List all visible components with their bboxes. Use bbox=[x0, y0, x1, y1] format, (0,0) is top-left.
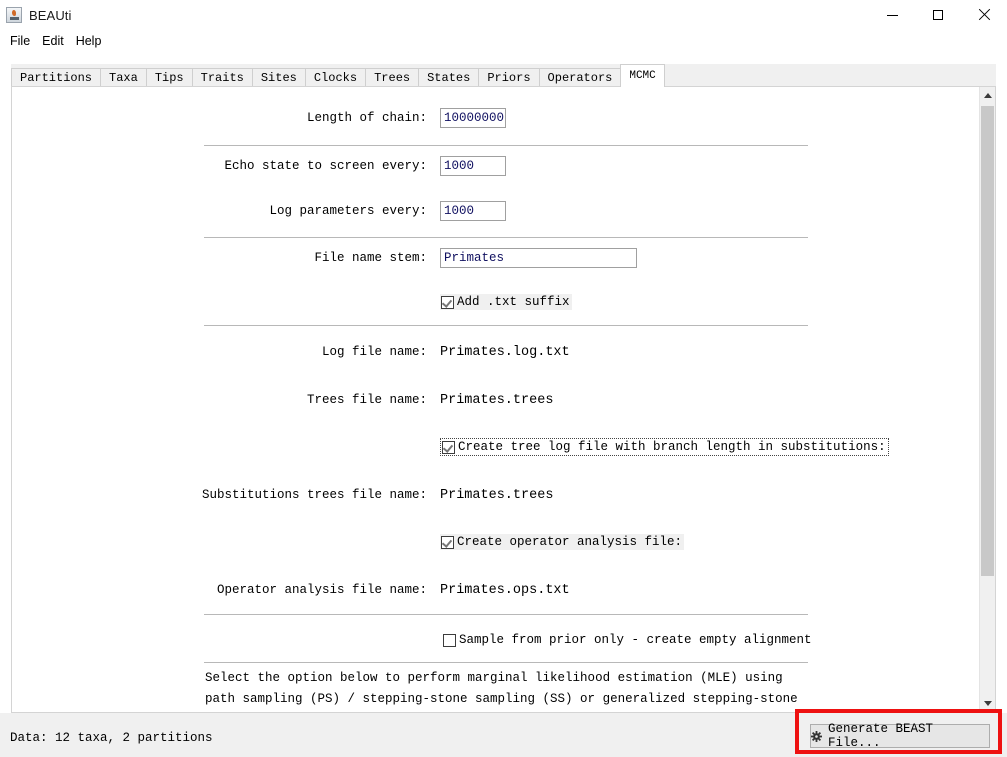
file-name-stem-input[interactable]: Primates bbox=[440, 248, 637, 268]
length-of-chain-input[interactable]: 10000000 bbox=[440, 108, 506, 128]
row-length-of-chain: Length of chain: 10000000 bbox=[12, 106, 980, 130]
mcmc-form: Length of chain: 10000000 Echo state to … bbox=[12, 87, 980, 712]
generate-beast-file-label: Generate BEAST File... bbox=[828, 722, 934, 750]
tab-states[interactable]: States bbox=[418, 68, 480, 87]
create-operator-analysis-label: Create operator analysis file: bbox=[457, 535, 683, 549]
close-icon bbox=[978, 9, 990, 21]
tab-trees[interactable]: Trees bbox=[365, 68, 420, 87]
tab-clocks[interactable]: Clocks bbox=[304, 68, 367, 87]
window-titlebar: BEAUti bbox=[0, 0, 1007, 30]
tab-tips[interactable]: Tips bbox=[145, 68, 193, 87]
maximize-icon bbox=[933, 10, 943, 20]
window-controls bbox=[869, 0, 1007, 30]
mle-description-text: Select the option below to perform margi… bbox=[205, 671, 798, 706]
data-summary-text: Data: 12 taxa, 2 partitions bbox=[10, 731, 213, 745]
separator-5 bbox=[204, 662, 808, 663]
scroll-down-button[interactable] bbox=[980, 695, 995, 712]
label-echo-state: Echo state to screen every: bbox=[224, 159, 427, 173]
trees-file-name-value: Primates.trees bbox=[440, 392, 554, 408]
window-title: BEAUti bbox=[29, 7, 72, 23]
label-log-parameters: Log parameters every: bbox=[269, 204, 427, 218]
add-txt-suffix-label: Add .txt suffix bbox=[457, 295, 570, 309]
log-parameters-input[interactable]: 1000 bbox=[440, 201, 506, 221]
checkbox-box-create-operator-analysis bbox=[441, 535, 454, 549]
label-operator-analysis-file-name: Operator analysis file name: bbox=[216, 583, 427, 597]
tab-priors[interactable]: Priors bbox=[478, 68, 540, 87]
tab-partitions[interactable]: Partitions bbox=[11, 68, 102, 87]
java-coffee-cup-icon bbox=[6, 7, 22, 23]
separator-2 bbox=[204, 237, 808, 238]
menu-help[interactable]: Help bbox=[70, 33, 108, 49]
operator-analysis-file-name-value: Primates.ops.txt bbox=[440, 582, 570, 598]
tab-traits[interactable]: Traits bbox=[191, 68, 253, 87]
substitutions-trees-file-name-value: Primates.trees bbox=[440, 487, 554, 503]
tab-operators[interactable]: Operators bbox=[538, 68, 622, 87]
label-substitutions-trees-file-name: Substitutions trees file name: bbox=[201, 488, 427, 502]
gear-icon bbox=[811, 730, 822, 742]
separator-3 bbox=[204, 325, 808, 326]
checkbox-box-create-tree-log-substitutions bbox=[442, 440, 455, 454]
checkbox-box-add-txt-suffix bbox=[441, 295, 454, 309]
tab-mcmc[interactable]: MCMC bbox=[620, 64, 665, 87]
chevron-down-icon bbox=[983, 701, 992, 706]
add-txt-suffix-checkbox[interactable]: Add .txt suffix bbox=[440, 292, 572, 312]
row-log-file-name: Log file name: Primates.log.txt bbox=[12, 340, 980, 364]
mcmc-settings-panel: Length of chain: 10000000 Echo state to … bbox=[11, 86, 996, 713]
row-trees-file-name: Trees file name: Primates.trees bbox=[12, 388, 980, 412]
label-length-of-chain: Length of chain: bbox=[306, 111, 427, 125]
minimize-button[interactable] bbox=[869, 0, 915, 30]
tab-strip: Partitions Taxa Tips Traits Sites Clocks… bbox=[11, 64, 996, 87]
menu-bar: File Edit Help bbox=[0, 30, 1007, 51]
menu-edit[interactable]: Edit bbox=[36, 33, 70, 49]
menu-file[interactable]: File bbox=[4, 33, 36, 49]
create-tree-log-substitutions-checkbox[interactable]: Create tree log file with branch length … bbox=[440, 437, 889, 457]
tab-sites[interactable]: Sites bbox=[251, 68, 306, 87]
minimize-icon bbox=[886, 14, 898, 16]
create-tree-log-substitutions-label: Create tree log file with branch length … bbox=[458, 440, 886, 454]
chevron-up-icon bbox=[983, 93, 992, 98]
separator-1 bbox=[204, 145, 808, 146]
label-log-file-name: Log file name: bbox=[321, 345, 427, 359]
separator-4 bbox=[204, 614, 808, 615]
scroll-up-button[interactable] bbox=[980, 87, 995, 104]
checkbox-box-sample-from-prior bbox=[443, 633, 456, 647]
create-operator-analysis-checkbox[interactable]: Create operator analysis file: bbox=[440, 532, 685, 552]
generate-beast-file-button[interactable]: Generate BEAST File... bbox=[810, 722, 990, 750]
label-file-name-stem: File name stem: bbox=[314, 251, 427, 265]
close-button[interactable] bbox=[961, 0, 1007, 30]
row-file-name-stem: File name stem: Primates bbox=[12, 246, 980, 270]
row-substitutions-trees-file-name: Substitutions trees file name: Primates.… bbox=[12, 483, 980, 507]
row-operator-analysis-file-name: Operator analysis file name: Primates.op… bbox=[12, 578, 980, 602]
vertical-scrollbar[interactable] bbox=[979, 87, 995, 712]
maximize-button[interactable] bbox=[915, 0, 961, 30]
label-trees-file-name: Trees file name: bbox=[306, 393, 427, 407]
row-log-parameters: Log parameters every: 1000 bbox=[12, 199, 980, 223]
log-file-name-value: Primates.log.txt bbox=[440, 344, 570, 360]
sample-from-prior-checkbox[interactable]: Sample from prior only - create empty al… bbox=[442, 630, 814, 650]
row-echo-state: Echo state to screen every: 1000 bbox=[12, 154, 980, 178]
echo-state-input[interactable]: 1000 bbox=[440, 156, 506, 176]
tab-taxa[interactable]: Taxa bbox=[100, 68, 147, 87]
scrollbar-thumb[interactable] bbox=[981, 106, 994, 576]
sample-from-prior-label: Sample from prior only - create empty al… bbox=[459, 633, 812, 647]
